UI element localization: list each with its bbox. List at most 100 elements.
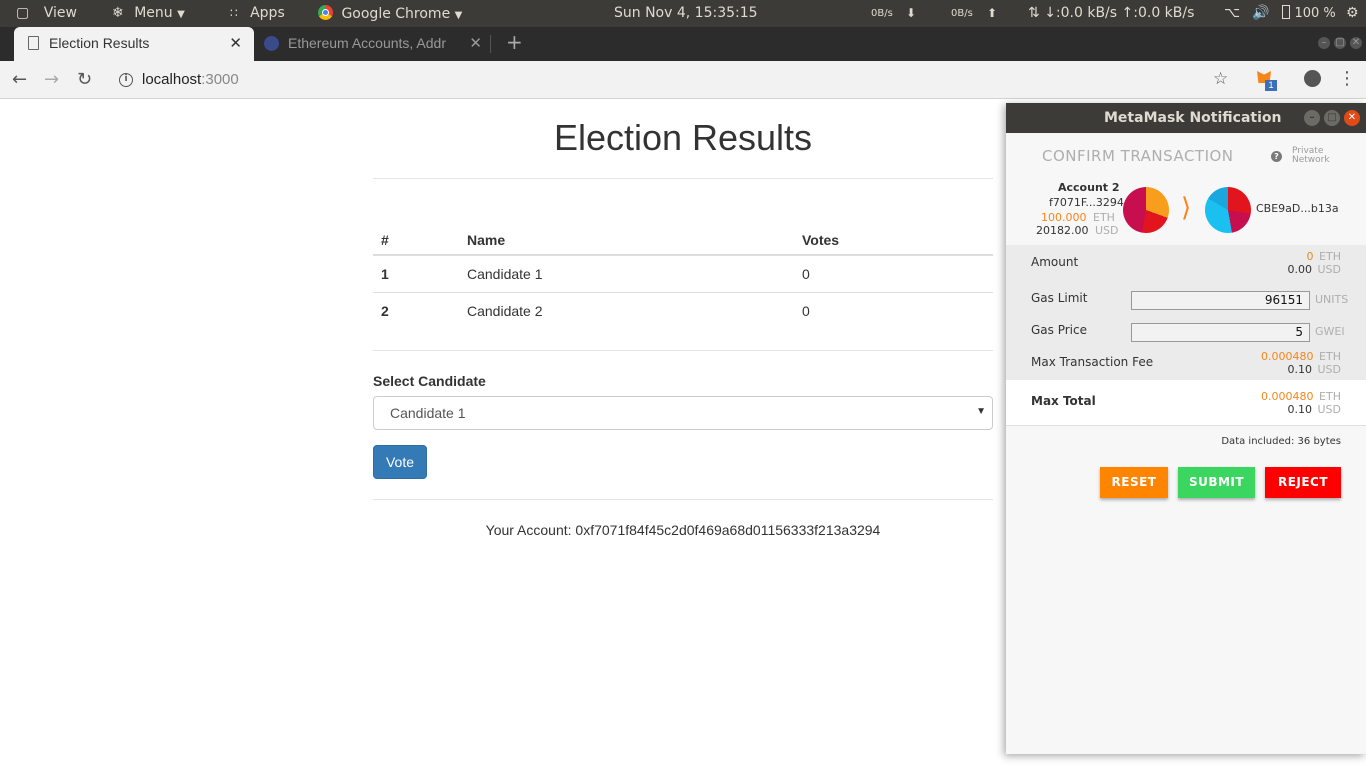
minimize-window-icon[interactable]: – xyxy=(1304,110,1320,126)
from-account-name: Account 2 xyxy=(1058,181,1120,194)
candidate-select[interactable]: Candidate 1 ▼ xyxy=(373,396,993,430)
settings-gear-icon[interactable]: ⚙ xyxy=(1346,5,1359,21)
app-name: Google Chrome xyxy=(341,6,451,22)
close-window-icon[interactable]: ✕ xyxy=(1350,37,1362,49)
usd-unit: USD xyxy=(1317,403,1341,416)
submit-button[interactable]: SUBMIT xyxy=(1178,467,1255,498)
select-candidate-label: Select Candidate xyxy=(373,373,486,389)
data-included-text: Data included: 36 bytes xyxy=(1221,436,1341,447)
tab-divider xyxy=(490,35,491,53)
chevron-right-icon: ⟩ xyxy=(1181,193,1192,223)
new-tab-plus-icon[interactable]: + xyxy=(506,30,523,54)
selected-candidate: Candidate 1 xyxy=(390,405,466,421)
profile-avatar-icon[interactable] xyxy=(1304,70,1321,87)
usd-unit: USD xyxy=(1317,363,1341,376)
gas-price-label: Gas Price xyxy=(1031,323,1087,337)
max-total-eth-value: 0.000480 xyxy=(1261,390,1314,403)
battery-indicator[interactable]: 100 % xyxy=(1282,5,1336,21)
max-fee-usd-value: 0.10 xyxy=(1287,363,1312,376)
reset-button[interactable]: RESET xyxy=(1100,467,1168,498)
net-indicator[interactable]: ⇅ ↓:0.0 kB/s ↑:0.0 kB/s xyxy=(1028,5,1194,21)
max-fee-label: Max Transaction Fee xyxy=(1031,355,1154,369)
gas-limit-input[interactable]: 96151 xyxy=(1131,291,1310,310)
battery-level: 100 % xyxy=(1294,6,1336,21)
amount-usd: 0.00 USD xyxy=(1287,263,1341,276)
apps-label: Apps xyxy=(250,5,285,21)
amount-eth: 0 ETH xyxy=(1307,250,1341,263)
document-icon xyxy=(28,36,39,50)
amount-label: Amount xyxy=(1031,255,1079,269)
clock[interactable]: Sun Nov 4, 15:35:15 xyxy=(614,5,758,21)
metamask-extension-icon[interactable]: 1 xyxy=(1257,71,1277,91)
table-row: 2 Candidate 2 0 xyxy=(373,292,993,329)
bookmark-star-icon[interactable]: ☆ xyxy=(1213,69,1228,89)
up-down-arrows-icon: ⇅ xyxy=(1028,5,1040,21)
gas-price-input[interactable]: 5 xyxy=(1131,323,1310,342)
max-total-row: Max Total 0.000480 ETH 0.10 USD xyxy=(1006,380,1366,426)
menu-label: Menu xyxy=(134,5,173,21)
max-fee-eth: 0.000480 ETH xyxy=(1261,350,1341,363)
info-icon[interactable]: i xyxy=(119,73,133,87)
arrow-down-icon: ⬇ xyxy=(906,6,917,20)
metamask-notification-window: MetaMask Notification – □ ✕ CONFIRM TRAN… xyxy=(1006,103,1366,754)
tab-election-results[interactable]: Election Results ✕ xyxy=(14,27,254,61)
arrow-up-icon: ⬆ xyxy=(987,6,998,20)
network-indicator[interactable]: Private Network xyxy=(1292,147,1330,165)
vote-button[interactable]: Vote xyxy=(373,445,427,479)
back-arrow-icon[interactable]: ← xyxy=(12,69,27,90)
cell-name: Candidate 1 xyxy=(459,255,794,293)
column-header-name: Name xyxy=(459,225,794,256)
maximize-window-icon[interactable]: □ xyxy=(1324,110,1340,126)
address-bar[interactable]: localhost:3000 xyxy=(142,71,239,88)
reject-button[interactable]: REJECT xyxy=(1265,467,1341,498)
chevron-down-icon: ▼ xyxy=(177,9,185,20)
divider xyxy=(373,178,993,179)
eth-unit: ETH xyxy=(1319,390,1341,403)
eth-unit: ETH xyxy=(1319,250,1341,263)
forward-arrow-icon[interactable]: → xyxy=(44,69,59,90)
view-label: View xyxy=(43,5,77,21)
url-port: :3000 xyxy=(201,71,239,88)
close-window-icon[interactable]: ✕ xyxy=(1344,110,1360,126)
chrome-menu-kebab-icon[interactable]: ⋮ xyxy=(1338,68,1356,89)
active-app-menu[interactable]: Google Chrome ▼ xyxy=(318,5,462,22)
to-account-address: CBE9aD...b13a xyxy=(1256,202,1339,215)
reload-icon[interactable]: ↻ xyxy=(77,69,92,90)
view-menu[interactable]: ▢ View xyxy=(16,5,77,21)
tab-ethereum-accounts[interactable]: Ethereum Accounts, Addr ✕ xyxy=(258,27,488,61)
maximize-window-icon[interactable]: □ xyxy=(1334,37,1346,49)
help-question-icon[interactable]: ? xyxy=(1271,151,1282,162)
minimize-window-icon[interactable]: – xyxy=(1318,37,1330,49)
tab-title: Ethereum Accounts, Addr xyxy=(288,35,446,51)
apps-grid-icon: ∷ xyxy=(230,6,238,20)
table-row: 1 Candidate 1 0 xyxy=(373,255,993,293)
max-total-usd: 0.10 USD xyxy=(1287,403,1341,416)
url-host: localhost xyxy=(142,71,202,88)
eth-unit: ETH xyxy=(1093,211,1115,224)
close-tab-icon[interactable]: ✕ xyxy=(469,34,482,52)
close-tab-icon[interactable]: ✕ xyxy=(229,34,242,52)
table-header-row: # Name Votes xyxy=(373,225,993,256)
column-header-id: # xyxy=(373,225,459,256)
chevron-down-icon: ▼ xyxy=(454,10,463,21)
confirm-transaction-heading: CONFIRM TRANSACTION xyxy=(1042,147,1234,165)
cell-votes: 0 xyxy=(794,255,993,293)
max-total-eth: 0.000480 ETH xyxy=(1261,390,1341,403)
tab-title: Election Results xyxy=(49,35,150,51)
system-top-bar: ▢ View ❄ Menu ▼ ∷ Apps Google Chrome ▼ S… xyxy=(0,0,1366,27)
wifi-icon[interactable]: ⌥ xyxy=(1224,5,1240,21)
volume-icon[interactable]: 🔊 xyxy=(1252,5,1269,21)
gas-limit-label: Gas Limit xyxy=(1031,291,1088,305)
cell-id: 2 xyxy=(381,302,389,319)
gnome-foot-icon: ❄ xyxy=(112,5,124,21)
battery-icon xyxy=(1282,5,1290,19)
browser-tab-strip: Election Results ✕ Ethereum Accounts, Ad… xyxy=(0,27,1366,61)
usd-unit: USD xyxy=(1317,263,1341,276)
network-line-2: Network xyxy=(1292,155,1330,165)
from-eth-balance: 100.000 ETH xyxy=(1041,211,1115,224)
net-down-speed: 0B/s xyxy=(871,8,893,19)
cell-id: 1 xyxy=(373,255,459,293)
from-account-address: f7071F...3294 xyxy=(1049,196,1124,209)
apps-launcher[interactable]: ∷ Apps xyxy=(230,5,285,21)
app-menu[interactable]: ❄ Menu ▼ xyxy=(112,5,185,21)
